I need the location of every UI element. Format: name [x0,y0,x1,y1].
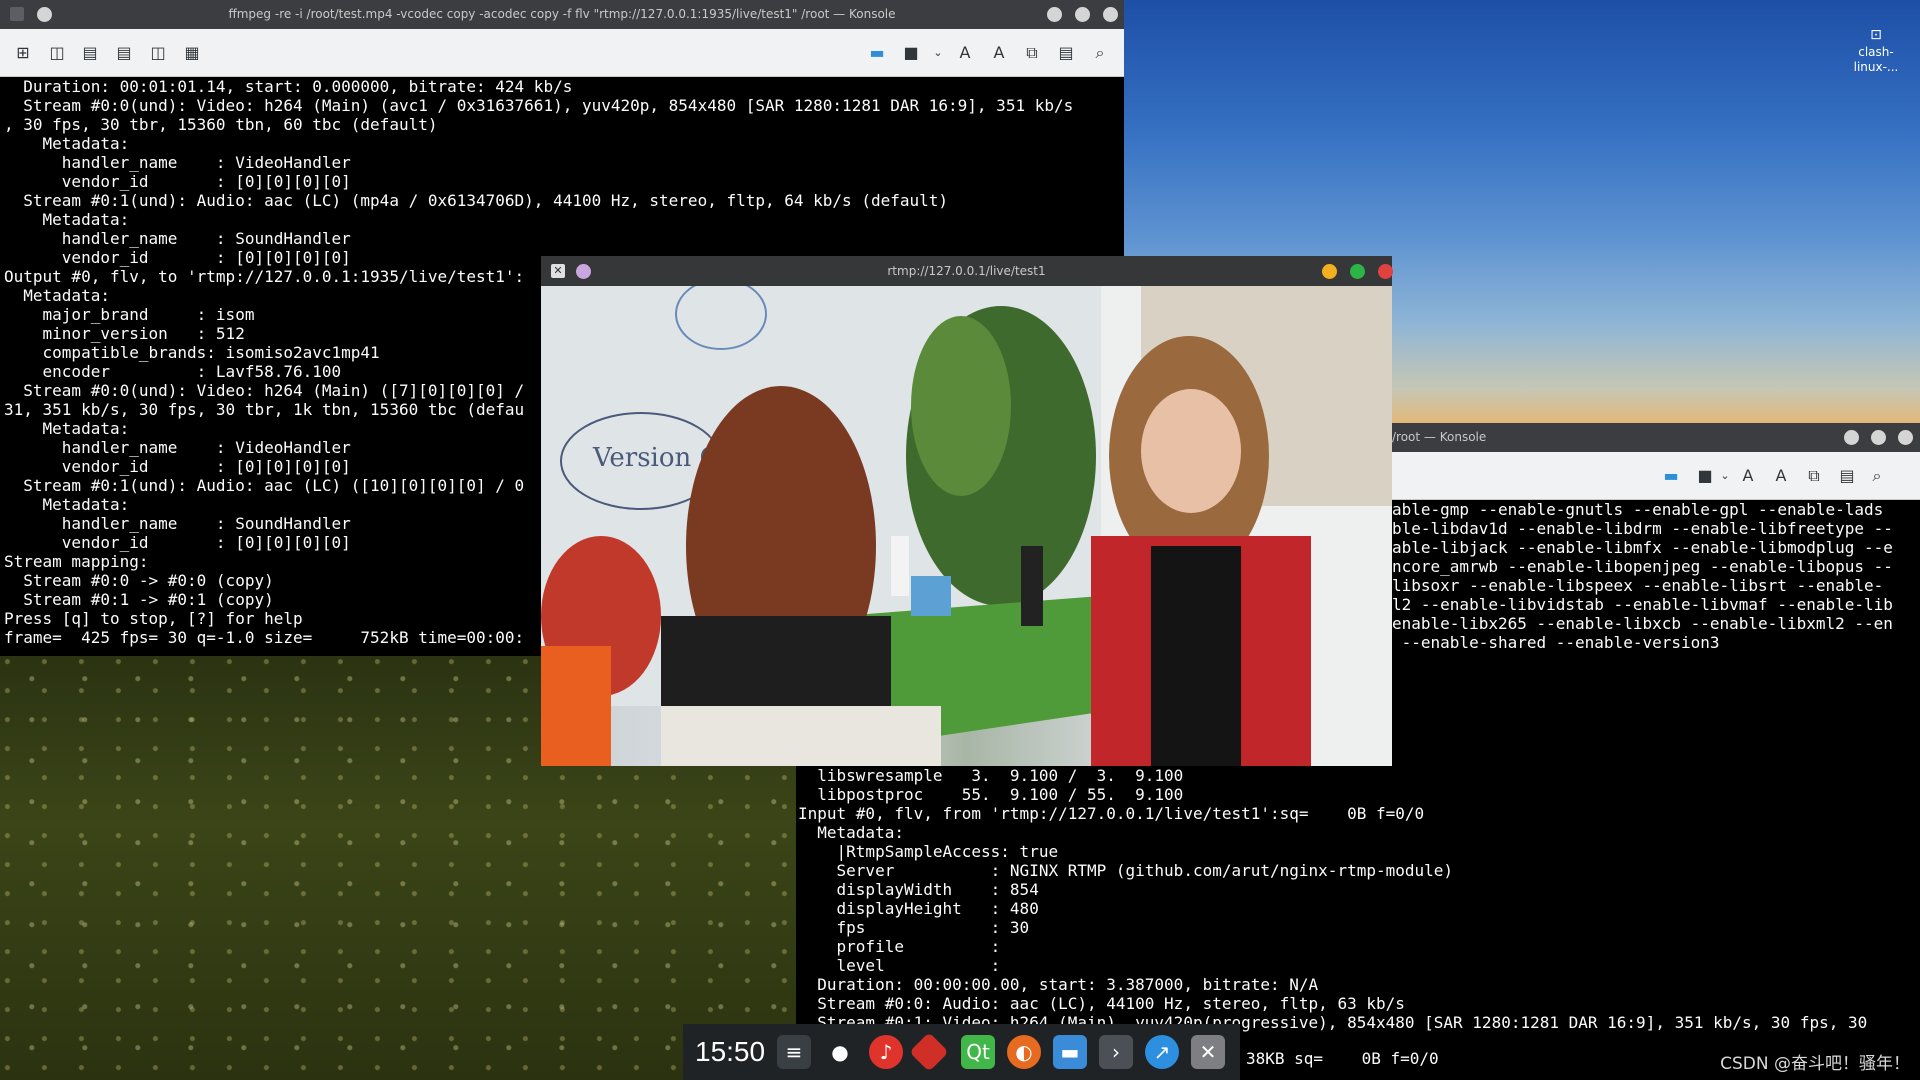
split-left-right-icon[interactable]: ◫ [46,42,68,64]
terminal-line: libsoxr --enable-libspeex --enable-libsr… [1392,576,1884,595]
desktop-icon-clash[interactable]: ⊡ clash- linux-... [1846,28,1906,75]
font-decrease-icon[interactable]: A [988,42,1010,64]
chevron-down-icon[interactable]: ⌄ [1714,465,1736,487]
files-icon[interactable]: ▬ [1053,1035,1087,1069]
terminal-line: Duration: 00:00:00.00, start: 3.387000, … [798,975,1319,994]
toolbar: ▬ ■ ⌄ A A ⧉ ▤ ⌕ [1392,452,1920,500]
terminal-icon[interactable]: › [1099,1035,1133,1069]
terminal-line: displayHeight : 480 [798,899,1039,918]
window-title: ffmpeg -re -i /root/test.mp4 -vcodec cop… [228,7,896,21]
terminal-line: Server : NGINX RTMP (github.com/arut/ngi… [798,861,1454,880]
terminal-line: fps : 30 [798,918,1030,937]
terminal-line: Stream #0:0: Audio: aac (LC), 44100 Hz, … [798,994,1405,1013]
minimize-button[interactable] [1322,264,1337,279]
terminal-line: Stream #0:1(und): Audio: aac (LC) (mp4a … [4,191,949,210]
video-frame[interactable]: Version Control [541,286,1392,766]
terminal-line: Stream #0:0(und): Video: h264 (Main) (av… [4,96,1074,115]
window-title: rtmp://127.0.0.1/live/test1 [887,264,1046,278]
terminal-line: |RtmpSampleAccess: true [798,842,1059,861]
maximize-button[interactable] [1350,264,1365,279]
folder-icon[interactable]: ▬ [1660,465,1682,487]
browser-icon[interactable]: ↗ [1145,1035,1179,1069]
terminal-line: Duration: 00:01:01.14, start: 0.000000, … [4,77,573,96]
video-scene: Version Control [541,286,1392,766]
firefox-icon[interactable]: ◐ [1007,1035,1041,1069]
terminal-line: displayWidth : 854 [798,880,1039,899]
video-player-window[interactable]: ✕ rtmp://127.0.0.1/live/test1 Version Co… [541,256,1393,766]
taskbar: 15:50 ≡ ● ♪ Qt ◐ ▬ › ↗ ✕ [683,1024,1240,1080]
file-icon: ⊡ [1870,27,1882,43]
terminal-line: Metadata: [4,210,130,229]
paste-icon[interactable]: ▤ [1055,42,1077,64]
titlebar[interactable]: ffmpeg -re -i /root/test.mp4 -vcodec cop… [0,0,1124,29]
close-button[interactable] [1378,264,1393,279]
chevron-down-icon[interactable]: ⌄ [927,42,949,64]
terminal-line: Input #0, flv, from 'rtmp://127.0.0.1/li… [798,804,1425,823]
split-view-icon[interactable]: ▤ [113,42,135,64]
split-grid-icon[interactable]: ▦ [181,42,203,64]
new-tab-icon[interactable]: ⊞ [12,42,34,64]
terminal-line: able-libjack --enable-libmfx --enable-li… [1392,538,1893,557]
terminal-status-line: 38KB sq= 0B f=0/0 [1246,1049,1439,1068]
terminal-line: Metadata: [798,823,904,842]
close-button[interactable] [1103,7,1118,22]
qt-creator-icon[interactable]: Qt [961,1035,995,1069]
font-decrease-icon[interactable]: A [1770,465,1792,487]
copy-icon[interactable]: ⧉ [1803,465,1825,487]
split-top-bottom-icon[interactable]: ▤ [79,42,101,64]
terminal-line: profile : [798,937,1001,956]
split-columns-icon[interactable]: ◫ [147,42,169,64]
terminal-line: libswresample 3. 9.100 / 3. 9.100 [798,766,1184,785]
terminal-tab-icon[interactable]: ■ [900,42,922,64]
tools-icon[interactable]: ✕ [1191,1035,1225,1069]
titlebar[interactable]: /root — Konsole [1392,423,1920,452]
search-icon[interactable]: ⌕ [1089,42,1111,64]
close-button[interactable] [1898,430,1913,445]
desktop-icon-label-1: clash- [1858,45,1894,59]
minimize-button[interactable] [1047,7,1062,22]
terminal-line: --enable-shared --enable-version3 [1392,633,1720,652]
terminal-line: handler_name : VideoHandler [4,153,351,172]
minimize-button[interactable] [1844,430,1859,445]
desktop-icon-label-2: linux-... [1853,60,1899,74]
terminal-line: ble-libdav1d --enable-libdrm --enable-li… [1392,519,1893,538]
folder-icon[interactable]: ▬ [866,42,888,64]
maximize-button[interactable] [1871,430,1886,445]
watermark: CSDN @奋斗吧！骚年！ [1720,1054,1910,1074]
terminal-line: ncore_amrwb --enable-libopenjpeg --enabl… [1392,557,1893,576]
terminal-line: handler_name : SoundHandler [4,229,351,248]
window-title: /root — Konsole [1392,430,1487,444]
search-icon[interactable]: ⌕ [1866,465,1888,487]
terminal-line: l2 --enable-libvidstab --enable-libvmaf … [1392,595,1893,614]
terminal-line: enable-libx265 --enable-libxcb --enable-… [1392,614,1893,633]
paste-icon[interactable]: ▤ [1836,465,1858,487]
toolbar: ⊞ ◫ ▤ ▤ ◫ ▦ ▬ ■ ⌄ A A ⧉ ▤ ⌕ [0,29,1124,77]
taskbar-clock[interactable]: 15:50 [695,1036,765,1068]
font-increase-icon[interactable]: A [1737,465,1759,487]
maximize-button[interactable] [1075,7,1090,22]
terminal-line: , 30 fps, 30 tbr, 15360 tbn, 60 tbc (def… [4,115,438,134]
font-increase-icon[interactable]: A [954,42,976,64]
terminal-line: level : [798,956,1001,975]
git-icon[interactable] [909,1032,949,1072]
terminal-line: Metadata: [4,134,130,153]
titlebar[interactable]: ✕ rtmp://127.0.0.1/live/test1 [541,256,1393,286]
mixer-icon[interactable]: ≡ [777,1035,811,1069]
terminal-line: able-gmp --enable-gnutls --enable-gpl --… [1392,500,1884,519]
konsole-app-icon [10,7,24,21]
copy-icon[interactable]: ⧉ [1021,42,1043,64]
terminal-line: vendor_id : [0][0][0][0] [4,172,351,191]
terminal-line: libpostproc 55. 9.100 / 55. 9.100 [798,785,1184,804]
qq-penguin-icon[interactable]: ● [823,1035,857,1069]
netease-music-icon[interactable]: ♪ [869,1035,903,1069]
terminal-tab-icon[interactable]: ■ [1694,465,1716,487]
